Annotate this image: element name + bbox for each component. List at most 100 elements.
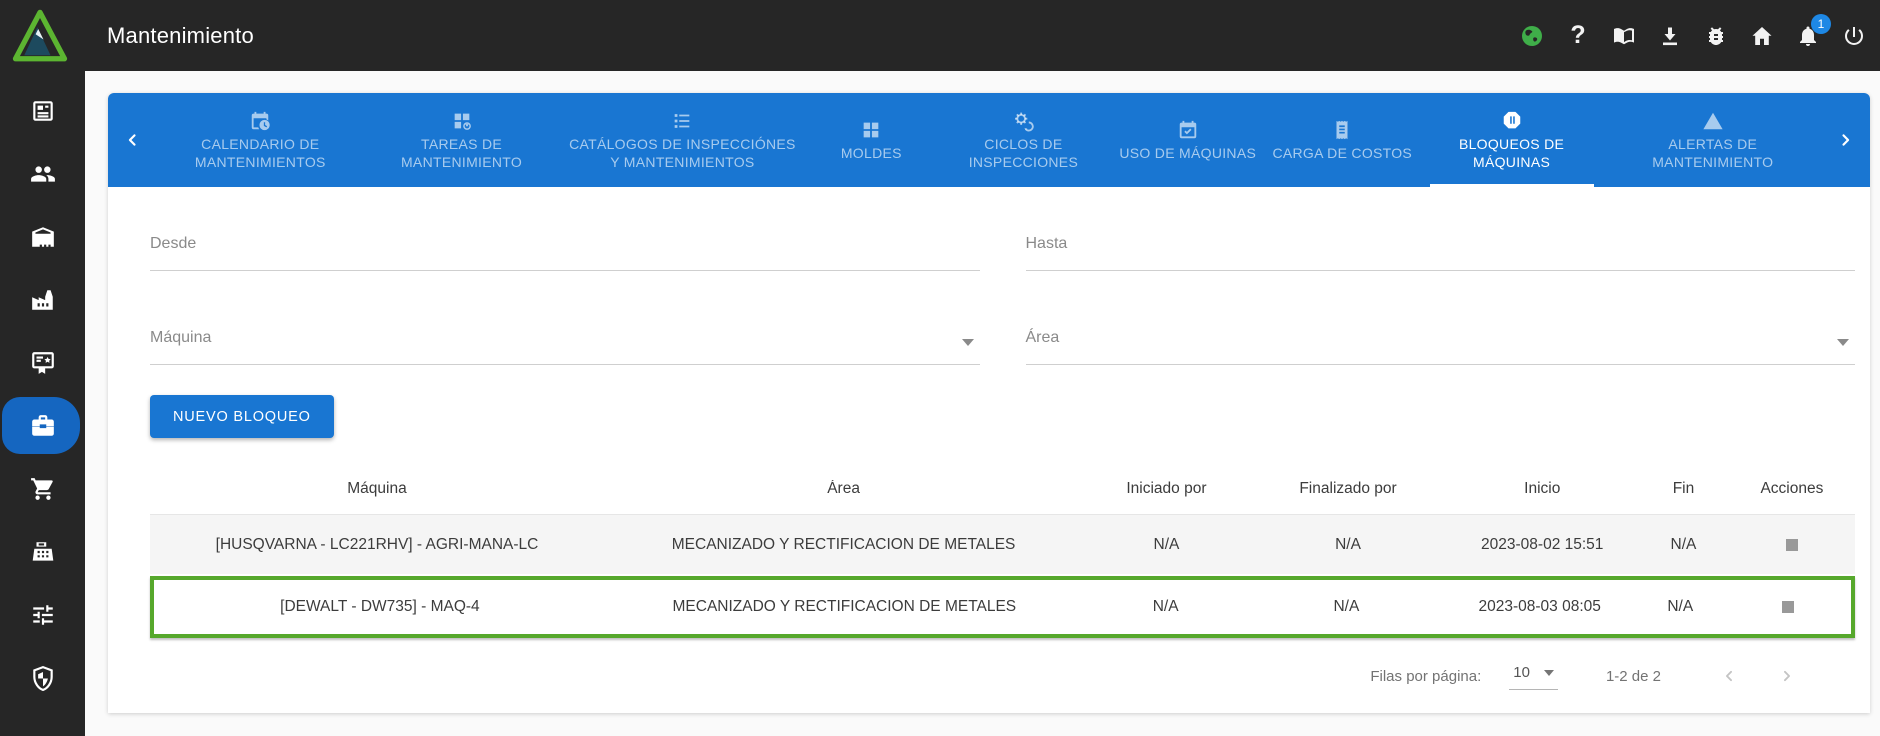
cell-area: MECANIZADO Y RECTIFICACION DE METALES bbox=[672, 598, 1017, 615]
sliders-icon bbox=[32, 604, 53, 625]
stop-square-icon[interactable] bbox=[1785, 538, 1798, 551]
chevron-down-icon bbox=[961, 339, 974, 346]
column-header-area: Área bbox=[827, 480, 860, 497]
tab-carga-costos[interactable]: CARGA DE COSTOS bbox=[1265, 93, 1420, 187]
table-pagination: Filas por página: 10 1-2 de 2 bbox=[150, 654, 1855, 698]
tab-tareas-mantenimiento[interactable]: TAREAS DE MANTENIMIENTO bbox=[365, 93, 559, 187]
desde-field[interactable]: Desde bbox=[150, 225, 980, 271]
cell-inicio: 2023-08-02 15:51 bbox=[1481, 535, 1604, 553]
power-icon[interactable] bbox=[1842, 24, 1866, 48]
grid-gear-icon bbox=[454, 113, 471, 130]
tab-catalogos-inspecciones[interactable]: CATÁLOGOS DE INSPECCIÓNES Y MANTENIMIENT… bbox=[558, 93, 806, 187]
factory-icon bbox=[31, 289, 53, 310]
cell-finalizado-por: N/A bbox=[1333, 598, 1360, 615]
cell-acciones bbox=[1729, 538, 1855, 551]
tab-alertas-mantenimiento[interactable]: ALERTAS DE MANTENIMIENTO bbox=[1604, 93, 1822, 187]
bug-icon[interactable] bbox=[1704, 24, 1728, 48]
blocks-table: Máquina Área Iniciado por Finalizado por… bbox=[150, 464, 1855, 638]
cash-register-icon bbox=[32, 541, 53, 561]
calendar-clock-icon bbox=[252, 111, 271, 130]
area-select[interactable]: Área bbox=[1025, 319, 1855, 365]
main-content: CALENDARIO DE MANTENIMIENTOS TAREAS DE M… bbox=[85, 71, 1880, 736]
cell-maquina: [HUSQVARNA - LC221RHV] - AGRI-MANA-LC bbox=[215, 535, 539, 553]
users-icon bbox=[30, 165, 55, 182]
cell-iniciado-por: N/A bbox=[1153, 535, 1180, 553]
sidebar-item-users[interactable] bbox=[0, 142, 85, 205]
tab-bar: CALENDARIO DE MANTENIMIENTOS TAREAS DE M… bbox=[108, 93, 1870, 187]
cell-fin: N/A bbox=[1667, 598, 1694, 615]
sidebar-item-news[interactable] bbox=[0, 79, 85, 142]
hasta-field[interactable]: Hasta bbox=[1025, 225, 1855, 271]
table-header: Máquina Área Iniciado por Finalizado por… bbox=[150, 464, 1855, 514]
warehouse-icon bbox=[31, 226, 54, 247]
tab-ciclos-inspecciones[interactable]: CICLOS DE INSPECCIONES bbox=[936, 93, 1110, 187]
pagination-range: 1-2 de 2 bbox=[1605, 667, 1661, 685]
sidebar-item-factory[interactable] bbox=[0, 268, 85, 331]
sidebar-item-certificates[interactable] bbox=[0, 331, 85, 394]
cell-maquina: [DEWALT - DW735] - MAQ-4 bbox=[280, 598, 480, 615]
maquina-select[interactable]: Máquina bbox=[150, 319, 980, 365]
notification-badge: 1 bbox=[1811, 13, 1831, 34]
chevron-down-icon bbox=[1543, 670, 1554, 676]
cart-icon bbox=[30, 477, 53, 500]
page-title: Mantenimiento bbox=[107, 22, 254, 48]
tab-list: CALENDARIO DE MANTENIMIENTOS TAREAS DE M… bbox=[156, 93, 1822, 187]
column-header-fin: Fin bbox=[1672, 480, 1695, 497]
content-card: CALENDARIO DE MANTENIMIENTOS TAREAS DE M… bbox=[108, 93, 1870, 713]
tab-calendario-mantenimientos[interactable]: CALENDARIO DE MANTENIMIENTOS bbox=[156, 93, 365, 187]
home-icon[interactable] bbox=[1750, 24, 1774, 48]
sidebar-item-sales[interactable] bbox=[0, 520, 85, 583]
grid-icon bbox=[863, 122, 879, 137]
column-header-inicio: Inicio bbox=[1524, 480, 1561, 497]
chevron-down-icon bbox=[1837, 339, 1849, 346]
sidebar-item-settings[interactable] bbox=[0, 583, 85, 646]
app-header: Mantenimiento ? 1 bbox=[0, 0, 1880, 71]
stop-square-icon[interactable] bbox=[1782, 601, 1795, 613]
select-filters: Máquina Área bbox=[150, 319, 1855, 365]
calendar-check-icon bbox=[1179, 120, 1196, 138]
receipt-icon bbox=[1336, 120, 1348, 139]
tabs-scroll-right-icon[interactable] bbox=[1822, 93, 1870, 187]
certificate-icon bbox=[31, 351, 54, 374]
tab-moldes[interactable]: MOLDES bbox=[806, 93, 936, 187]
tabs-scroll-left-icon[interactable] bbox=[108, 93, 156, 187]
bell-icon[interactable]: 1 bbox=[1796, 13, 1831, 48]
topbar-actions: ? 1 bbox=[1520, 13, 1866, 48]
tab-bloqueos-maquinas[interactable]: BLOQUEOS DE MÁQUINAS bbox=[1420, 93, 1604, 187]
cell-acciones bbox=[1725, 601, 1851, 613]
column-header-iniciado-por: Iniciado por bbox=[1126, 480, 1207, 497]
date-filters: Desde Hasta bbox=[150, 225, 1855, 271]
next-page-icon[interactable] bbox=[1767, 656, 1807, 696]
column-header-maquina: Máquina bbox=[347, 480, 407, 497]
cell-iniciado-por: N/A bbox=[1152, 598, 1179, 615]
app-logo bbox=[12, 8, 68, 64]
globe-icon[interactable] bbox=[1520, 24, 1544, 48]
cell-finalizado-por: N/A bbox=[1335, 535, 1361, 553]
sidebar-item-purchases[interactable] bbox=[0, 457, 85, 520]
sidebar bbox=[0, 71, 85, 736]
download-icon[interactable] bbox=[1658, 24, 1682, 48]
table-row[interactable]: [HUSQVARNA - LC221RHV] - AGRI-MANA-LC ME… bbox=[150, 514, 1855, 574]
pause-octagon-icon bbox=[1503, 111, 1520, 128]
sidebar-item-warehouse[interactable] bbox=[0, 205, 85, 268]
nuevo-bloqueo-button[interactable]: NUEVO BLOQUEO bbox=[150, 395, 334, 438]
toolbox-icon bbox=[31, 414, 54, 436]
shield-icon bbox=[32, 665, 53, 691]
news-icon bbox=[32, 100, 53, 121]
column-header-finalizado-por: Finalizado por bbox=[1299, 480, 1397, 497]
previous-page-icon[interactable] bbox=[1709, 656, 1749, 696]
book-icon[interactable] bbox=[1612, 24, 1636, 48]
rows-per-page-select[interactable]: 10 bbox=[1509, 662, 1558, 690]
sidebar-item-security[interactable] bbox=[0, 646, 85, 709]
cell-fin: N/A bbox=[1670, 535, 1697, 553]
cell-inicio: 2023-08-03 08:05 bbox=[1478, 598, 1601, 615]
table-row-highlighted[interactable]: [DEWALT - DW735] - MAQ-4 MECANIZADO Y RE… bbox=[150, 576, 1855, 638]
rows-per-page-label: Filas por página: bbox=[1370, 667, 1482, 685]
gears-icon bbox=[1015, 112, 1035, 131]
cell-area: MECANIZADO Y RECTIFICACION DE METALES bbox=[671, 535, 1016, 553]
tab-uso-maquinas[interactable]: USO DE MÁQUINAS bbox=[1110, 93, 1265, 187]
sidebar-item-maintenance[interactable] bbox=[0, 394, 85, 457]
column-header-acciones: Acciones bbox=[1760, 480, 1824, 497]
list-icon bbox=[675, 113, 690, 128]
help-icon[interactable]: ? bbox=[1566, 23, 1590, 48]
